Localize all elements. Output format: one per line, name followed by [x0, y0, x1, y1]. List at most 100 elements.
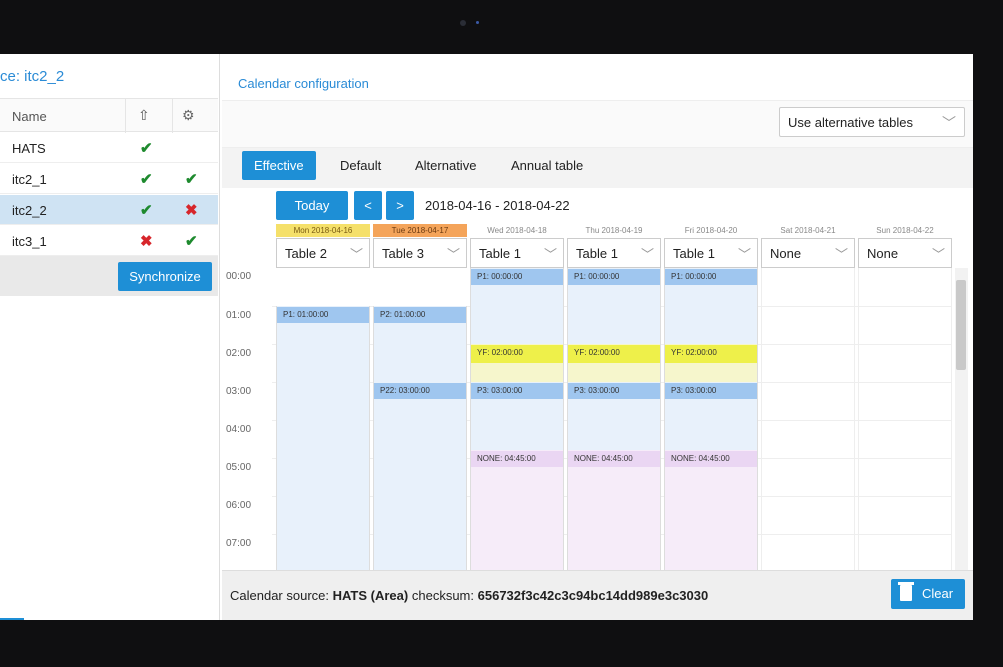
period-block[interactable]: [276, 306, 370, 570]
tab-bar: Effective Default Alternative Annual tab…: [222, 148, 973, 188]
clear-button[interactable]: Clear: [891, 579, 965, 609]
tab-annual-table[interactable]: Annual table: [499, 151, 595, 180]
source-prefix: Calendar source:: [230, 588, 329, 603]
slot-label[interactable]: NONE: 04:45:00: [568, 451, 660, 467]
table-row-selected[interactable]: itc2_2 ✔ ✖: [0, 195, 218, 225]
time-label: 02:00: [226, 348, 252, 359]
slot-label[interactable]: NONE: 04:45:00: [665, 451, 757, 467]
toolbar: Use alternative tables ﹀: [222, 100, 973, 148]
chevron-down-icon: ﹀: [543, 247, 557, 262]
chevron-down-icon: ﹀: [942, 115, 956, 131]
slot-label[interactable]: YF: 02:00:00: [471, 345, 563, 363]
checksum-label: checksum:: [411, 588, 474, 603]
day-date-mon: Mon 2018-04-16: [276, 224, 370, 237]
select-value: Table 1: [673, 246, 715, 261]
slot-label[interactable]: P1: 00:00:00: [665, 269, 757, 285]
time-label: 01:00: [226, 310, 252, 321]
slot-label[interactable]: YF: 02:00:00: [568, 345, 660, 363]
column-header-name[interactable]: Name: [12, 109, 47, 124]
table-row[interactable]: itc2_1 ✔ ✔: [0, 164, 218, 194]
check-icon: ✔: [140, 202, 153, 219]
time-label: 00:00: [226, 271, 252, 282]
table-row[interactable]: HATS ✔: [0, 133, 218, 163]
cross-icon: ✖: [185, 202, 198, 219]
chevron-down-icon: ﹀: [737, 247, 751, 262]
day-date-wed: Wed 2018-04-18: [487, 226, 547, 235]
period-block[interactable]: [567, 450, 661, 570]
tab-alternative[interactable]: Alternative: [403, 151, 488, 180]
next-week-button[interactable]: >: [386, 191, 414, 220]
alternative-tables-select[interactable]: Use alternative tables ﹀: [779, 107, 965, 137]
slot-label[interactable]: P3: 03:00:00: [665, 383, 757, 399]
check-icon: ✔: [185, 233, 198, 250]
calendar-source-text: Calendar source: HATS (Area) checksum: 6…: [230, 588, 708, 603]
chevron-down-icon: ﹀: [349, 247, 363, 262]
time-label: 07:00: [226, 538, 252, 549]
day-table-select-tue[interactable]: Table 3 ﹀: [373, 238, 467, 268]
date-navigation: Today < > 2018-04-16 - 2018-04-22: [222, 188, 973, 222]
tab-default[interactable]: Default: [328, 151, 393, 180]
day-date-sun: Sun 2018-04-22: [876, 226, 934, 235]
calendar-grid: Mon 2018-04-16 Tue 2018-04-17 Wed 2018-0…: [222, 224, 973, 570]
day-table-select-sat[interactable]: None ﹀: [761, 238, 855, 268]
scrollbar-thumb[interactable]: [956, 280, 966, 370]
check-icon: ✔: [140, 140, 153, 157]
slot-label[interactable]: P2: 01:00:00: [374, 307, 466, 323]
column-divider: [172, 99, 173, 133]
source-value: HATS (Area): [332, 588, 409, 603]
day-date-fri: Fri 2018-04-20: [684, 226, 738, 235]
camera-led-icon: [476, 21, 479, 24]
slot-label[interactable]: P1: 01:00:00: [277, 307, 369, 323]
check-icon: ✔: [185, 171, 198, 188]
day-table-select-mon[interactable]: Table 2 ﹀: [276, 238, 370, 268]
chevron-down-icon: ﹀: [834, 247, 848, 262]
day-date-sat: Sat 2018-04-21: [780, 226, 836, 235]
time-label: 06:00: [226, 500, 252, 511]
cross-icon: ✖: [140, 233, 153, 250]
today-button[interactable]: Today: [276, 191, 348, 220]
slot-label[interactable]: NONE: 04:45:00: [471, 451, 563, 467]
check-icon: ✔: [140, 171, 153, 188]
slot-label[interactable]: YF: 02:00:00: [665, 345, 757, 363]
checksum-value: 656732f3c42c3c94bc14dd989e3c3030: [477, 588, 709, 603]
slot-label[interactable]: P3: 03:00:00: [568, 383, 660, 399]
period-block[interactable]: [470, 450, 564, 570]
select-value: None: [770, 246, 802, 261]
upload-icon[interactable]: ⇧: [138, 107, 150, 124]
day-table-select-sun[interactable]: None ﹀: [858, 238, 952, 268]
clear-label: Clear: [922, 586, 954, 601]
slot-label[interactable]: P22: 03:00:00: [374, 383, 466, 399]
calendar-configuration: Calendar configuration Use alternative t…: [222, 54, 973, 620]
slot-label[interactable]: P3: 03:00:00: [471, 383, 563, 399]
tab-effective[interactable]: Effective: [242, 151, 316, 180]
day-table-select-wed[interactable]: Table 1 ﹀: [470, 238, 564, 268]
time-label: 03:00: [226, 386, 252, 397]
table-row[interactable]: itc3_1 ✖ ✔: [0, 226, 218, 256]
panel-title: ce: itc2_2: [0, 68, 65, 85]
camera-icon: [460, 20, 466, 26]
select-value: Table 1: [576, 246, 618, 261]
period-block[interactable]: [664, 450, 758, 570]
status-footer: Calendar source: HATS (Area) checksum: 6…: [222, 570, 973, 620]
slot-label[interactable]: P1: 00:00:00: [568, 269, 660, 285]
time-label: 05:00: [226, 462, 252, 473]
date-range: 2018-04-16 - 2018-04-22: [425, 198, 570, 213]
time-label: 04:00: [226, 424, 252, 435]
row-name: itc2_1: [12, 172, 47, 187]
row-name: itc2_2: [12, 203, 47, 218]
slot-label[interactable]: P1: 00:00:00: [471, 269, 563, 285]
app-screen: ce: itc2_2 Name ⇧ ⚙ HATS ✔ itc2_1 ✔ ✔ it…: [0, 54, 973, 620]
page-title: Calendar configuration: [238, 76, 369, 91]
gear-icon[interactable]: ⚙: [182, 107, 195, 124]
previous-week-button[interactable]: <: [354, 191, 382, 220]
synchronize-button[interactable]: Synchronize: [118, 262, 212, 291]
source-panel: ce: itc2_2 Name ⇧ ⚙ HATS ✔ itc2_1 ✔ ✔ it…: [0, 54, 220, 620]
select-value: Table 2: [285, 246, 327, 261]
day-table-select-thu[interactable]: Table 1 ﹀: [567, 238, 661, 268]
day-date-thu: Thu 2018-04-19: [585, 226, 643, 235]
period-block[interactable]: [373, 382, 467, 570]
trash-icon: [898, 582, 914, 601]
day-table-select-fri[interactable]: Table 1 ﹀: [664, 238, 758, 268]
row-name: HATS: [12, 141, 46, 156]
day-date-tue: Tue 2018-04-17: [373, 224, 467, 237]
